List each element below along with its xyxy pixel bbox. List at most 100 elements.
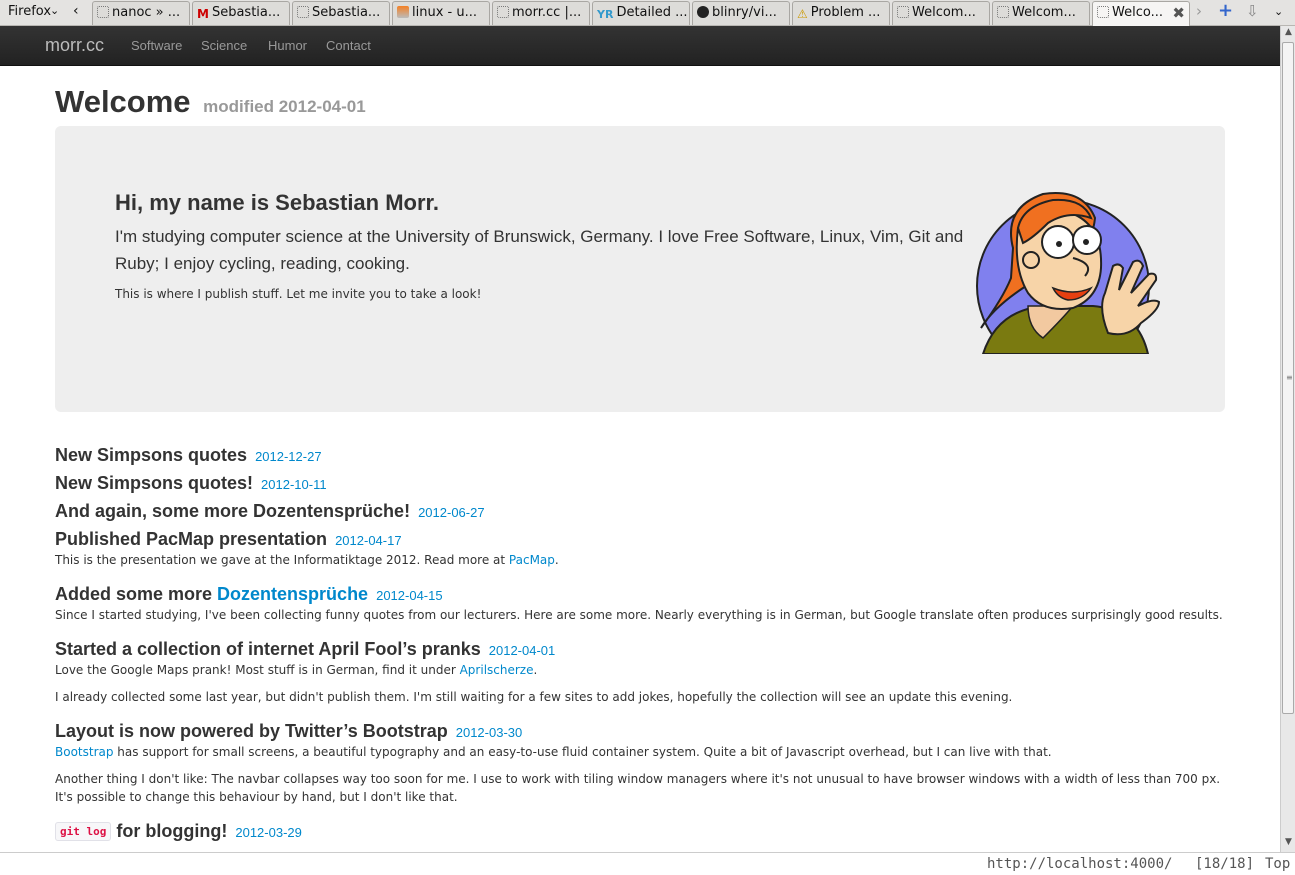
- browser-tab[interactable]: nanoc » ...: [92, 1, 190, 25]
- tab-label: blinry/vi...: [712, 5, 777, 20]
- tab-label: Problem ...: [810, 5, 881, 20]
- blank-page-icon: [1097, 6, 1109, 18]
- post-paragraph: Bootstrap has support for small screens,…: [55, 743, 1235, 761]
- grip-icon: ≡: [1286, 373, 1293, 382]
- scrollbar-thumb[interactable]: ≡: [1282, 42, 1294, 714]
- post-date-link[interactable]: 2012-12-27: [255, 449, 322, 464]
- nav-link-software[interactable]: Software: [131, 38, 182, 53]
- post-title-text[interactable]: New Simpsons quotes!: [55, 473, 253, 493]
- post-title-text[interactable]: New Simpsons quotes: [55, 445, 247, 465]
- tab-label: Welcom...: [1012, 5, 1076, 20]
- tab-label: linux - u...: [412, 5, 477, 20]
- stackexchange-icon: [397, 6, 409, 18]
- tab-label: nanoc » ...: [112, 5, 181, 20]
- browser-tab[interactable]: ⚠ Problem ...: [792, 1, 890, 25]
- hero-unit: Hi, my name is Sebastian Morr. I'm study…: [55, 126, 1225, 412]
- post-paragraph: I already collected some last year, but …: [55, 690, 1013, 704]
- hero-lead: I'm studying computer science at the Uni…: [115, 227, 964, 273]
- scroll-up-arrow-icon[interactable]: ▲: [1281, 27, 1295, 41]
- firefox-menu-label: Firefox: [8, 4, 52, 19]
- post-title: Layout is now powered by Twitter’s Boots…: [55, 719, 1235, 743]
- firefox-menu-button[interactable]: Firefox ⌄: [0, 0, 66, 25]
- nav-link-humor[interactable]: Humor: [268, 38, 307, 53]
- bootstrap-link[interactable]: Bootstrap: [55, 745, 113, 759]
- post-text: This is the presentation we gave at the …: [55, 553, 509, 567]
- browser-tab-strip: Firefox ⌄ ‹ nanoc » ... M Sebastia... Seb…: [0, 0, 1295, 26]
- post-date-link[interactable]: 2012-04-01: [489, 643, 556, 658]
- github-icon: [697, 6, 709, 18]
- post-title-text[interactable]: Started a collection of internet April F…: [55, 639, 481, 659]
- post-title-text[interactable]: Layout is now powered by Twitter’s Boots…: [55, 721, 448, 741]
- new-tab-icon[interactable]: +: [1218, 0, 1233, 21]
- git-log-code: git log: [55, 822, 112, 841]
- post-title-text[interactable]: for blogging!: [116, 821, 227, 841]
- cartoon-avatar-image: [973, 192, 1168, 354]
- browser-tab[interactable]: morr.cc |...: [492, 1, 590, 25]
- post-paragraph: Love the Google Maps prank! Most stuff i…: [55, 661, 1235, 679]
- blank-page-icon: [297, 6, 309, 18]
- post-text: .: [533, 663, 538, 677]
- post-title-text[interactable]: And again, some more Dozentensprüche!: [55, 501, 410, 521]
- post-title: Started a collection of internet April F…: [55, 637, 1235, 661]
- download-arrow-icon[interactable]: ⇩: [1246, 2, 1259, 20]
- tab-label: Welco...: [1112, 5, 1163, 20]
- page-title: Welcome modified 2012-04-01: [55, 84, 366, 120]
- browser-tab-active[interactable]: Welco... ✖: [1092, 1, 1190, 26]
- post-title-text[interactable]: Published PacMap presentation: [55, 529, 327, 549]
- tab-label: Welcom...: [912, 5, 976, 20]
- close-tab-icon[interactable]: ✖: [1172, 4, 1185, 22]
- post-date-link[interactable]: 2012-06-27: [418, 505, 485, 520]
- tab-label: Sebastia...: [211, 5, 281, 20]
- tab-scroll-left-icon[interactable]: ‹: [73, 3, 79, 19]
- modified-date: modified 2012-04-01: [203, 97, 366, 116]
- status-url: http://localhost:4000/: [987, 856, 1173, 872]
- post-date-link[interactable]: 2012-04-17: [335, 533, 402, 548]
- site-brand-link[interactable]: morr.cc: [45, 35, 104, 56]
- post-title: New Simpsons quotes 2012-12-27: [55, 443, 1235, 471]
- browser-tab[interactable]: Welcom...: [892, 1, 990, 25]
- post-text: has support for small screens, a beautif…: [113, 745, 1052, 759]
- browser-tab[interactable]: M Sebastia...: [192, 1, 290, 25]
- post-text: Love the Google Maps prank! Most stuff i…: [55, 663, 460, 677]
- browser-tab[interactable]: YR Detailed ...: [592, 1, 690, 25]
- aprilscherze-link[interactable]: Aprilscherze: [460, 663, 534, 677]
- nav-link-contact[interactable]: Contact: [326, 38, 371, 53]
- browser-tab[interactable]: Sebastia...: [292, 1, 390, 25]
- vertical-scrollbar[interactable]: ▲ ≡ ▼: [1280, 26, 1295, 852]
- browser-tab[interactable]: Welcom...: [992, 1, 1090, 25]
- post-date-link[interactable]: 2012-03-29: [235, 825, 302, 840]
- post-title-text: Added some more: [55, 584, 218, 604]
- post-date-link[interactable]: 2012-03-30: [456, 725, 523, 740]
- scroll-down-arrow-icon[interactable]: ▼: [1281, 837, 1295, 851]
- browser-tab[interactable]: blinry/vi...: [692, 1, 790, 25]
- post-title: Published PacMap presentation 2012-04-17: [55, 527, 1235, 551]
- pacmap-link[interactable]: PacMap: [509, 553, 555, 567]
- status-scroll-position: Top: [1265, 856, 1291, 872]
- tab-scroll-right-icon[interactable]: ›: [1196, 2, 1202, 20]
- dozentensprueche-link[interactable]: Dozentensprüche: [217, 584, 368, 604]
- post-list: New Simpsons quotes 2012-12-27 New Simps…: [55, 443, 1235, 847]
- post-date-link[interactable]: 2012-10-11: [261, 477, 327, 492]
- tab-label: morr.cc |...: [512, 5, 582, 20]
- post-title: And again, some more Dozentensprüche! 20…: [55, 499, 1235, 527]
- post-paragraph: This is the presentation we gave at the …: [55, 551, 1235, 569]
- nav-link-science[interactable]: Science: [201, 38, 247, 53]
- post-date-link[interactable]: 2012-04-15: [376, 588, 443, 603]
- warning-icon: ⚠: [797, 7, 808, 21]
- blank-page-icon: [897, 6, 909, 18]
- blank-page-icon: [497, 6, 509, 18]
- post-title: Added some more Dozentensprüche 2012-04-…: [55, 582, 1235, 606]
- post-paragraph: Since I started studying, I've been coll…: [55, 608, 1223, 622]
- gmail-icon: M: [197, 7, 209, 21]
- hero-small-text: This is where I publish stuff. Let me in…: [115, 287, 482, 301]
- blank-page-icon: [997, 6, 1009, 18]
- status-tab-position: [18/18]: [1195, 856, 1255, 872]
- chevron-down-icon: ⌄: [50, 4, 60, 17]
- tab-list-chevron-icon[interactable]: ⌄: [1274, 5, 1283, 18]
- browser-status-line: http://localhost:4000/ [18/18] Top: [0, 852, 1295, 875]
- page-title-text: Welcome: [55, 84, 191, 119]
- tab-label: Detailed ...: [616, 5, 688, 20]
- tab-label: Sebastia...: [312, 5, 381, 20]
- browser-tab[interactable]: linux - u...: [392, 1, 490, 25]
- site-navbar: morr.cc Software Science Humor Contact: [0, 26, 1280, 66]
